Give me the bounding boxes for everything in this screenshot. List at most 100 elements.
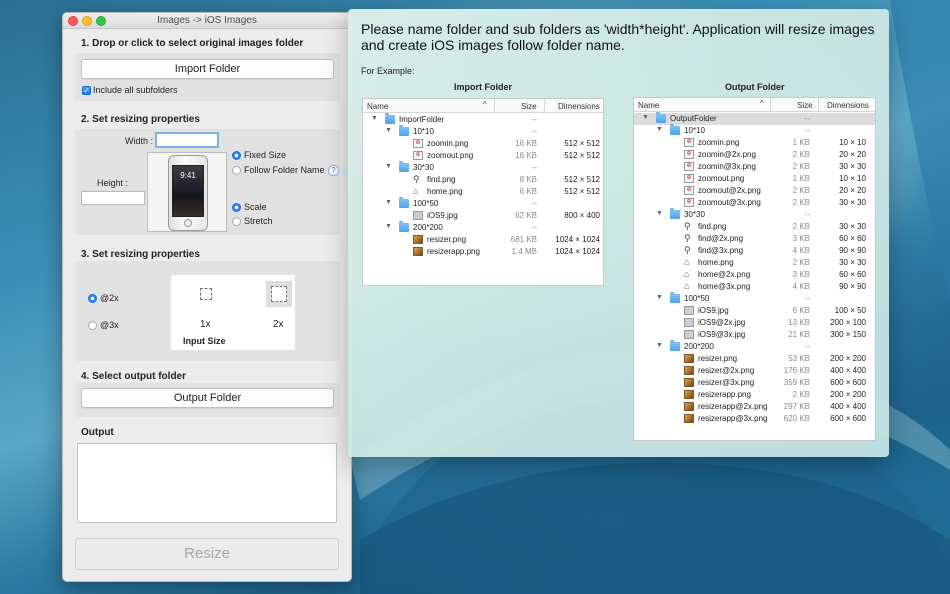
file-name: find.png: [427, 175, 456, 184]
file-size: 4 KB: [792, 282, 810, 291]
disclosure-triangle-icon[interactable]: ▼: [385, 199, 392, 206]
import-tree-rows: ▼ ImportFolder -- ▼ 10*10 -- ⊕ zoomin.png 16 KB 5…: [363, 113, 603, 258]
disclosure-triangle-icon[interactable]: ▼: [656, 210, 663, 217]
include-subfolders-checkbox[interactable]: ✓: [82, 86, 91, 95]
zoom-icon: ⊕: [413, 139, 423, 148]
import-folder-button[interactable]: Import Folder: [81, 59, 334, 79]
option-3x-radio[interactable]: [88, 321, 97, 330]
disclosure-triangle-icon[interactable]: ▼: [656, 126, 663, 133]
option-2x-radio[interactable]: [88, 294, 97, 303]
tree-row[interactable]: resizer@3x.png 359 KB 600 × 600: [634, 377, 875, 389]
file-name: zoomin.png: [427, 139, 469, 148]
tree-row[interactable]: resizerapp@3x.png 620 KB 600 × 600: [634, 413, 875, 425]
tree-row[interactable]: ⌂ home@2x.png 3 KB 60 × 60: [634, 269, 875, 281]
import-tree-view[interactable]: Name ^ Size Dimensions ▼ ImportFolder -- ▼ 1…: [362, 98, 604, 286]
col-name-header[interactable]: Name: [367, 102, 388, 111]
col-name-header[interactable]: Name: [638, 101, 659, 110]
file-dimensions: 60 × 60: [839, 270, 866, 279]
tree-row[interactable]: resizer@2x.png 176 KB 400 × 400: [634, 365, 875, 377]
tree-row[interactable]: resizerapp.png 1.4 MB 1024 × 1024: [363, 246, 603, 258]
tree-row[interactable]: resizer.png 681 KB 1024 × 1024: [363, 234, 603, 246]
tree-row[interactable]: ⚲ find@3x.png 4 KB 90 × 90: [634, 245, 875, 257]
file-size: 681 KB: [510, 235, 537, 244]
zoom-icon: ⊕: [684, 138, 694, 147]
disclosure-triangle-icon[interactable]: ▼: [385, 127, 392, 134]
output-tree-view[interactable]: Name ^ Size Dimensions ▼ OutputFolder -- ▼ 1…: [633, 97, 876, 441]
tree-row[interactable]: ⊕ zoomout@2x.png 2 KB 20 × 20: [634, 185, 875, 197]
scale-radio[interactable]: [232, 203, 241, 212]
example-label: For Example:: [361, 66, 415, 76]
file-name: 10*10: [413, 127, 434, 136]
file-dimensions: 10 × 10: [839, 138, 866, 147]
tree-row[interactable]: ▼ 200*200 --: [634, 340, 875, 353]
tree-row[interactable]: ▼ 30*30 --: [634, 208, 875, 221]
stretch-radio[interactable]: [232, 217, 241, 226]
search-icon: ⚲: [684, 221, 691, 231]
image-file-icon: [413, 235, 423, 244]
width-input[interactable]: [155, 132, 219, 148]
image-file-icon: [684, 306, 694, 315]
folder-icon: [399, 197, 409, 208]
tree-row[interactable]: ⊕ zoomin.png 16 KB 512 × 512: [363, 138, 603, 150]
help-icon[interactable]: ?: [328, 165, 339, 176]
disclosure-triangle-icon[interactable]: ▼: [656, 342, 663, 349]
tree-row[interactable]: resizer.png 53 KB 200 × 200: [634, 353, 875, 365]
disclosure-triangle-icon[interactable]: ▼: [385, 163, 392, 170]
image-file-icon: [684, 354, 694, 363]
disclosure-triangle-icon[interactable]: ▼: [371, 115, 378, 122]
tree-row[interactable]: iOS9.jpg 6 KB 100 × 50: [634, 305, 875, 317]
tree-row[interactable]: ⚲ find@2x.png 3 KB 60 × 60: [634, 233, 875, 245]
file-size: --: [531, 127, 537, 136]
tree-row[interactable]: ▼ 200*200 --: [363, 221, 603, 234]
tree-row[interactable]: ▼ 100*50 --: [363, 197, 603, 210]
file-dimensions: 60 × 60: [839, 234, 866, 243]
zoom-icon: ⊕: [684, 198, 694, 207]
tree-row[interactable]: ⊕ zoomin@2x.png 2 KB 20 × 20: [634, 149, 875, 161]
output-folder-button[interactable]: Output Folder: [81, 388, 334, 408]
disclosure-triangle-icon[interactable]: ▼: [642, 114, 649, 121]
fixed-size-radio[interactable]: [232, 151, 241, 160]
image-file-icon: [684, 390, 694, 399]
tree-row[interactable]: ▼ 10*10 --: [363, 125, 603, 138]
file-name: zoomin@3x.png: [698, 162, 756, 171]
file-size: 1.4 MB: [511, 247, 537, 256]
file-dimensions: 512 × 512: [564, 187, 600, 196]
tree-row[interactable]: ▼ 30*30 --: [363, 161, 603, 174]
file-name: 200*200: [684, 342, 714, 351]
phone-screen: 9:41: [172, 165, 204, 217]
tree-row[interactable]: ⌂ home.png 2 KB 30 × 30: [634, 257, 875, 269]
tree-row[interactable]: iOS9@2x.jpg 13 KB 200 × 100: [634, 317, 875, 329]
size-1x-square: [200, 288, 212, 300]
tree-row[interactable]: resizerapp.png 2 KB 200 × 200: [634, 389, 875, 401]
resize-button[interactable]: Resize: [75, 538, 339, 570]
col-dimensions-header[interactable]: Dimensions: [827, 101, 869, 110]
home-icon: ⌂: [413, 186, 419, 196]
popover-message: Please name folder and sub folders as 'w…: [361, 21, 875, 53]
search-icon: ⚲: [684, 245, 691, 255]
tree-row[interactable]: ⚲ find.png 2 KB 30 × 30: [634, 221, 875, 233]
col-dimensions-header[interactable]: Dimensions: [558, 102, 600, 111]
file-dimensions: 400 × 400: [830, 366, 866, 375]
tree-row[interactable]: ▼ 100*50 --: [634, 292, 875, 305]
height-input[interactable]: [81, 191, 145, 205]
disclosure-triangle-icon[interactable]: ▼: [656, 294, 663, 301]
image-file-icon: [413, 211, 423, 220]
tree-row[interactable]: ⊕ zoomin@3x.png 2 KB 30 × 30: [634, 161, 875, 173]
file-name: iOS9@3x.jpg: [698, 330, 746, 339]
size-2x-box: [266, 281, 292, 307]
tree-row[interactable]: ⊕ zoomin.png 1 KB 10 × 10: [634, 137, 875, 149]
col-size-header[interactable]: Size: [521, 102, 537, 111]
tree-row[interactable]: ▼ 10*10 --: [634, 124, 875, 137]
tree-row[interactable]: ⊕ zoomout.png 1 KB 10 × 10: [634, 173, 875, 185]
output-log[interactable]: [77, 443, 337, 523]
output-tree-rows: ▼ OutputFolder -- ▼ 10*10 -- ⊕ zoomin.png 1 KB 10…: [634, 112, 875, 425]
tree-row[interactable]: ⚲ find.png 8 KB 512 × 512: [363, 174, 603, 186]
disclosure-triangle-icon[interactable]: ▼: [385, 223, 392, 230]
file-name: resizerapp.png: [427, 247, 480, 256]
col-size-header[interactable]: Size: [797, 101, 813, 110]
sort-indicator-icon: ^: [483, 100, 487, 109]
file-name: ImportFolder: [399, 115, 445, 124]
follow-folder-name-radio[interactable]: [232, 166, 241, 175]
file-size: 620 KB: [783, 414, 810, 423]
tree-row[interactable]: resizerapp@2x.png 297 KB 400 × 400: [634, 401, 875, 413]
